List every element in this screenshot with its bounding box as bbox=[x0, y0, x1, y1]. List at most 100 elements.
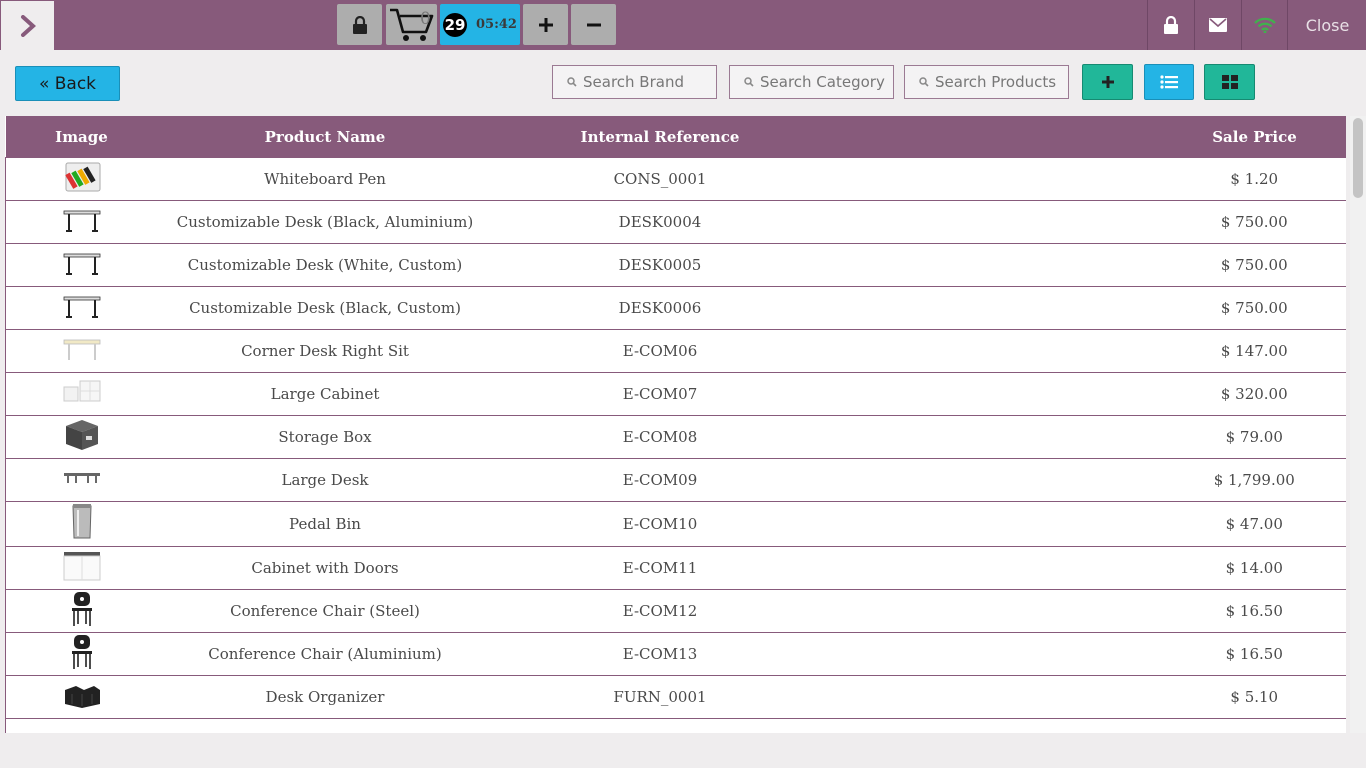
product-thumbnail bbox=[62, 680, 102, 714]
list-view-button[interactable] bbox=[1144, 64, 1194, 100]
product-image-cell bbox=[5, 589, 158, 633]
internal-reference-cell: FURN_0002 bbox=[492, 718, 828, 733]
product-name-cell: Cabinet with Doors bbox=[157, 546, 493, 590]
grid-icon bbox=[1221, 75, 1238, 89]
table-row[interactable]: Customizable Desk (Black, Aluminium) DESK… bbox=[5, 200, 1346, 244]
sale-price-cell: $ 750.00 bbox=[1162, 200, 1346, 244]
spacer-cell bbox=[827, 501, 1163, 547]
spacer-cell bbox=[827, 329, 1163, 373]
add-order-button[interactable] bbox=[523, 4, 568, 45]
close-button[interactable]: Close bbox=[1287, 0, 1366, 50]
column-header-image: Image bbox=[5, 116, 158, 158]
remove-order-button[interactable] bbox=[571, 4, 616, 45]
product-thumbnail bbox=[62, 550, 102, 586]
internal-reference-cell: E-COM12 bbox=[492, 589, 828, 633]
spacer-cell bbox=[827, 415, 1163, 459]
cart-button[interactable]: 0 bbox=[386, 4, 437, 45]
internal-reference-cell: CONS_0001 bbox=[492, 157, 828, 201]
product-image-cell bbox=[5, 329, 158, 373]
table-row[interactable]: Desk Organizer FURN_0001 $ 5.10 bbox=[5, 675, 1346, 719]
sale-price-cell: $ 79.00 bbox=[1162, 415, 1346, 459]
search-icon bbox=[919, 77, 929, 87]
product-image-cell bbox=[5, 632, 158, 676]
column-header-spacer bbox=[827, 116, 1163, 158]
spacer-cell bbox=[827, 675, 1163, 719]
search-brand-input[interactable]: Search Brand bbox=[552, 65, 717, 99]
column-header-product-name: Product Name bbox=[157, 116, 493, 158]
table-row[interactable]: Customizable Desk (White, Custom) DESK000… bbox=[5, 243, 1346, 287]
spacer-cell bbox=[827, 200, 1163, 244]
sale-price-cell: $ 14.00 bbox=[1162, 546, 1346, 590]
spacer-cell bbox=[827, 718, 1163, 733]
sale-price-cell: $ 1.20 bbox=[1162, 157, 1346, 201]
timer-time: 05:42 bbox=[476, 17, 517, 32]
product-thumbnail bbox=[62, 334, 102, 368]
internal-reference-cell: DESK0004 bbox=[492, 200, 828, 244]
product-image-cell bbox=[5, 243, 158, 287]
timer-count-badge: 29 bbox=[443, 13, 467, 37]
sale-price-cell: $ 1,799.00 bbox=[1162, 458, 1346, 502]
table-row[interactable]: Large Desk E-COM09 $ 1,799.00 bbox=[5, 458, 1346, 502]
product-name-cell: Customizable Desk (White, Custom) bbox=[157, 243, 493, 287]
sale-price-cell: $ 47.00 bbox=[1162, 501, 1346, 547]
connection-status[interactable] bbox=[1241, 0, 1288, 50]
product-name-cell: Conference Chair (Steel) bbox=[157, 589, 493, 633]
product-image-cell bbox=[5, 501, 158, 547]
table-row[interactable]: Customizable Desk (Black, Custom) DESK000… bbox=[5, 286, 1346, 330]
product-name-cell: Desk Organizer bbox=[157, 675, 493, 719]
lock-icon bbox=[352, 15, 367, 34]
search-products-input[interactable]: Search Products bbox=[904, 65, 1069, 99]
product-image-cell bbox=[5, 458, 158, 502]
messages-button[interactable] bbox=[1194, 0, 1241, 50]
product-thumbnail bbox=[62, 205, 102, 239]
product-thumbnail bbox=[62, 291, 102, 325]
product-thumbnail bbox=[62, 248, 102, 282]
table-row[interactable]: Desk PadFURN_0002 $ 1.98 bbox=[5, 718, 1346, 733]
product-name-cell: Customizable Desk (Black, Aluminium) bbox=[157, 200, 493, 244]
menu-toggle-button[interactable] bbox=[1, 1, 54, 50]
product-name-cell: Corner Desk Right Sit bbox=[157, 329, 493, 373]
product-table: Image Product Name Internal Reference Sa… bbox=[5, 116, 1346, 733]
sale-price-cell: $ 750.00 bbox=[1162, 243, 1346, 287]
spacer-cell bbox=[827, 157, 1163, 201]
search-icon bbox=[567, 77, 577, 87]
spacer-cell bbox=[827, 632, 1163, 676]
lock-screen-button[interactable] bbox=[1147, 0, 1194, 50]
table-row[interactable]: Cabinet with Doors E-COM11 $ 14.00 bbox=[5, 546, 1346, 590]
spacer-cell bbox=[827, 589, 1163, 633]
internal-reference-cell: FURN_0001 bbox=[492, 675, 828, 719]
order-timer[interactable]: 29 05:42 bbox=[440, 4, 520, 45]
search-category-placeholder: Search Category bbox=[760, 73, 885, 91]
product-image-cell bbox=[5, 718, 158, 733]
product-name-cell: Pedal Bin bbox=[157, 501, 493, 547]
product-thumbnail bbox=[62, 465, 102, 495]
product-name-cell: Conference Chair (Aluminium) bbox=[157, 632, 493, 676]
table-row[interactable]: Large Cabinet E-COM07 $ 320.00 bbox=[5, 372, 1346, 416]
product-thumbnail bbox=[67, 590, 97, 632]
sale-price-cell: $ 320.00 bbox=[1162, 372, 1346, 416]
table-row[interactable]: Pedal Bin E-COM10 $ 47.00 bbox=[5, 501, 1346, 547]
table-row[interactable]: Storage Box E-COM08 $ 79.00 bbox=[5, 415, 1346, 459]
internal-reference-cell: E-COM09 bbox=[492, 458, 828, 502]
product-thumbnail bbox=[67, 502, 97, 546]
back-button[interactable]: « Back bbox=[15, 66, 120, 101]
table-row[interactable]: Whiteboard Pen CONS_0001 $ 1.20 bbox=[5, 157, 1346, 201]
table-row[interactable]: Conference Chair (Steel) E-COM12 $ 16.50 bbox=[5, 589, 1346, 633]
product-name-cell: Large Cabinet bbox=[157, 372, 493, 416]
spacer-cell bbox=[827, 286, 1163, 330]
search-icon bbox=[744, 77, 754, 87]
lock-icon bbox=[1164, 16, 1178, 34]
internal-reference-cell: E-COM10 bbox=[492, 501, 828, 547]
product-name-cell: Whiteboard Pen bbox=[157, 157, 493, 201]
sale-price-cell: $ 147.00 bbox=[1162, 329, 1346, 373]
wifi-icon bbox=[1254, 17, 1276, 33]
grid-view-button[interactable] bbox=[1204, 64, 1255, 100]
add-product-button[interactable] bbox=[1082, 64, 1133, 100]
search-category-input[interactable]: Search Category bbox=[729, 65, 894, 99]
table-row[interactable]: Corner Desk Right Sit E-COM06 $ 147.00 bbox=[5, 329, 1346, 373]
spacer-cell bbox=[827, 372, 1163, 416]
scrollbar-thumb[interactable] bbox=[1353, 118, 1363, 198]
lock-button[interactable] bbox=[337, 4, 382, 45]
table-scrollbar[interactable] bbox=[1350, 116, 1366, 733]
table-row[interactable]: Conference Chair (Aluminium) E-COM13 $ 16.… bbox=[5, 632, 1346, 676]
